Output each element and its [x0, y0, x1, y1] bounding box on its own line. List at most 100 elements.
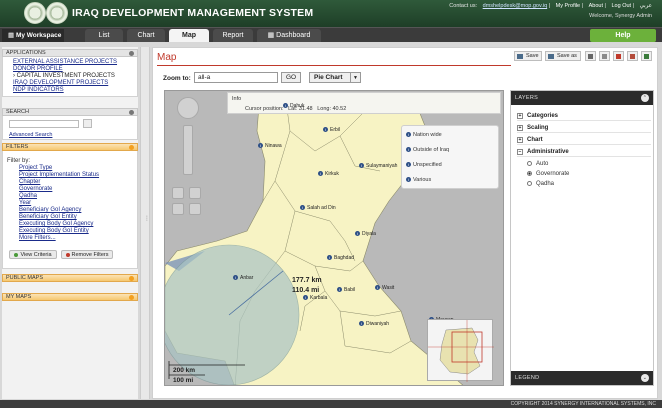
tab-map[interactable]: Map: [169, 29, 209, 42]
export-image-button[interactable]: [627, 51, 638, 61]
app-link-external-assistance[interactable]: EXTERNAL ASSISTANCE PROJECTS: [13, 59, 117, 65]
app-link-donor-profile[interactable]: DONOR PROFILE: [13, 66, 63, 72]
view-criteria-button[interactable]: View Criteria: [9, 250, 57, 259]
filter-beneficiary-agency[interactable]: Beneficiary GoI Agency: [19, 207, 81, 213]
arabic-link[interactable]: عربي: [640, 3, 652, 9]
expand-icon[interactable]: [129, 295, 134, 300]
map-marker[interactable]: i Kirkuk: [318, 171, 339, 177]
map-marker[interactable]: i Ninawa: [258, 143, 282, 149]
collapse-icon[interactable]: −: [517, 149, 523, 155]
chevron-down-icon[interactable]: ▼: [350, 73, 360, 82]
map-marker[interactable]: i Wasit: [375, 285, 394, 291]
filter-beneficiary-entity[interactable]: Beneficiary GoI Entity: [19, 214, 77, 220]
map-marker[interactable]: i Sulaymaniyah: [359, 163, 397, 169]
map-marker[interactable]: i Babil: [337, 287, 355, 293]
collapse-icon[interactable]: [129, 145, 134, 150]
legend-item[interactable]: i Nation wide: [406, 132, 442, 138]
expand-icon[interactable]: +: [517, 125, 523, 131]
collapse-icon[interactable]: ⌃: [641, 94, 649, 102]
expand-icon[interactable]: ⌄: [641, 374, 649, 382]
legend-item[interactable]: i Unspecified: [406, 162, 442, 168]
overview-map[interactable]: [427, 319, 494, 382]
filter-project-type[interactable]: Project Type: [19, 165, 52, 171]
remove-filters-button[interactable]: Remove Filters: [61, 250, 113, 259]
measure-tool-button[interactable]: [172, 203, 184, 215]
zoom-box-tool-button[interactable]: [189, 187, 201, 199]
filter-executing-agency[interactable]: Executing Body GoI Agency: [19, 221, 93, 227]
my-profile-link[interactable]: My Profile: [556, 3, 580, 9]
admin-option-governorate[interactable]: Governorate: [527, 171, 569, 177]
search-input[interactable]: [9, 120, 79, 128]
legend-item[interactable]: i Various: [406, 177, 431, 183]
map-marker[interactable]: i Anbar: [233, 275, 253, 281]
legend-item[interactable]: i Outside of Iraq: [406, 147, 449, 153]
layer-group-categories[interactable]: + Categories: [517, 111, 651, 121]
admin-option-auto[interactable]: Auto: [527, 161, 548, 167]
tab-report[interactable]: Report: [213, 29, 253, 42]
tab-chart[interactable]: Chart: [127, 29, 165, 42]
print-button[interactable]: [585, 51, 596, 61]
collapse-icon[interactable]: [129, 51, 134, 56]
radio-button[interactable]: [527, 181, 532, 186]
collapse-icon[interactable]: [129, 110, 134, 115]
export-excel-button[interactable]: [641, 51, 652, 61]
layer-group-scaling[interactable]: + Scaling: [517, 123, 651, 133]
more-filters-link[interactable]: More Filters...: [19, 235, 56, 241]
search-icon[interactable]: [83, 119, 92, 128]
zoom-to-input[interactable]: all-a: [194, 72, 278, 83]
app-link-capital-investment[interactable]: › CAPITAL INVESTMENT PROJECTS: [13, 73, 115, 79]
my-workspace-button[interactable]: ▦ My Workspace: [2, 29, 64, 42]
filter-executing-entity[interactable]: Executing Body GoI Entity: [19, 228, 89, 234]
filter-project-status[interactable]: Project Implementation Status: [19, 172, 99, 178]
advanced-search-link[interactable]: Advanced Search: [9, 132, 52, 138]
layer-group-chart[interactable]: + Chart: [517, 135, 651, 145]
public-maps-header[interactable]: PUBLIC MAPS: [2, 274, 138, 282]
tab-dashboard[interactable]: ▦ Dashboard: [257, 29, 321, 42]
radio-button[interactable]: [527, 161, 532, 166]
zoom-slider[interactable]: [183, 125, 193, 175]
tab-list[interactable]: List: [85, 29, 123, 42]
filter-qadha[interactable]: Qadha: [19, 193, 37, 199]
info-tool-button[interactable]: [189, 203, 201, 215]
map-marker[interactable]: i Karbala: [303, 295, 327, 301]
about-link[interactable]: About: [589, 3, 603, 9]
expand-icon[interactable]: +: [517, 137, 523, 143]
pan-control[interactable]: [177, 97, 199, 119]
select-tool-button[interactable]: [172, 187, 184, 199]
chart-type-select[interactable]: Pie Chart ▼: [309, 72, 361, 83]
radio-button[interactable]: [527, 171, 532, 176]
filter-year[interactable]: Year: [19, 200, 31, 206]
logout-link[interactable]: Log Out: [611, 3, 631, 9]
layers-header[interactable]: LAYERS ⌃: [511, 91, 653, 105]
go-button[interactable]: GO: [281, 72, 301, 83]
map-marker[interactable]: i Diwaniyah: [359, 321, 389, 327]
save-as-button[interactable]: Save as: [545, 51, 581, 61]
admin-option-qadha[interactable]: Qadha: [527, 181, 554, 187]
app-link-ndp-indicators[interactable]: NDP INDICATORS: [13, 87, 64, 93]
search-header[interactable]: SEARCH: [2, 108, 138, 116]
layer-group-administrative[interactable]: − Administrative: [517, 147, 651, 157]
map-marker[interactable]: i Erbil: [323, 127, 340, 133]
filter-governorate[interactable]: Governorate: [19, 186, 52, 192]
export-doc-button[interactable]: [599, 51, 610, 61]
expand-icon[interactable]: [129, 276, 134, 281]
save-button[interactable]: Save: [514, 51, 542, 61]
expand-icon[interactable]: +: [517, 113, 523, 119]
map-marker[interactable]: i Salah ad Din: [300, 205, 336, 211]
map-marker[interactable]: i Baghdad: [327, 255, 354, 261]
app-link-iraq-development[interactable]: IRAQ DEVELOPMENT PROJECTS: [13, 80, 108, 86]
sidebar-splitter[interactable]: ⋮: [140, 47, 150, 399]
map-marker[interactable]: i Diyala: [355, 231, 376, 237]
filters-header[interactable]: FILTERS: [2, 143, 138, 151]
legend-header[interactable]: LEGEND ⌄: [511, 371, 653, 385]
map-canvas[interactable]: Info Cursor position: Lat: 31.48 Long: 4…: [164, 90, 504, 386]
help-button[interactable]: Help: [590, 29, 656, 42]
applications-header[interactable]: APPLICATIONS: [2, 49, 138, 57]
my-maps-header[interactable]: MY MAPS: [2, 293, 138, 301]
grip-icon[interactable]: ⋮: [144, 215, 150, 222]
filter-chapter[interactable]: Chapter: [19, 179, 40, 185]
image-icon: [630, 54, 635, 59]
map-marker[interactable]: i Dahuk: [283, 103, 304, 109]
contact-email-link[interactable]: dmshelpdesk@mop.gov.iq: [483, 3, 548, 9]
export-pdf-button[interactable]: [613, 51, 624, 61]
